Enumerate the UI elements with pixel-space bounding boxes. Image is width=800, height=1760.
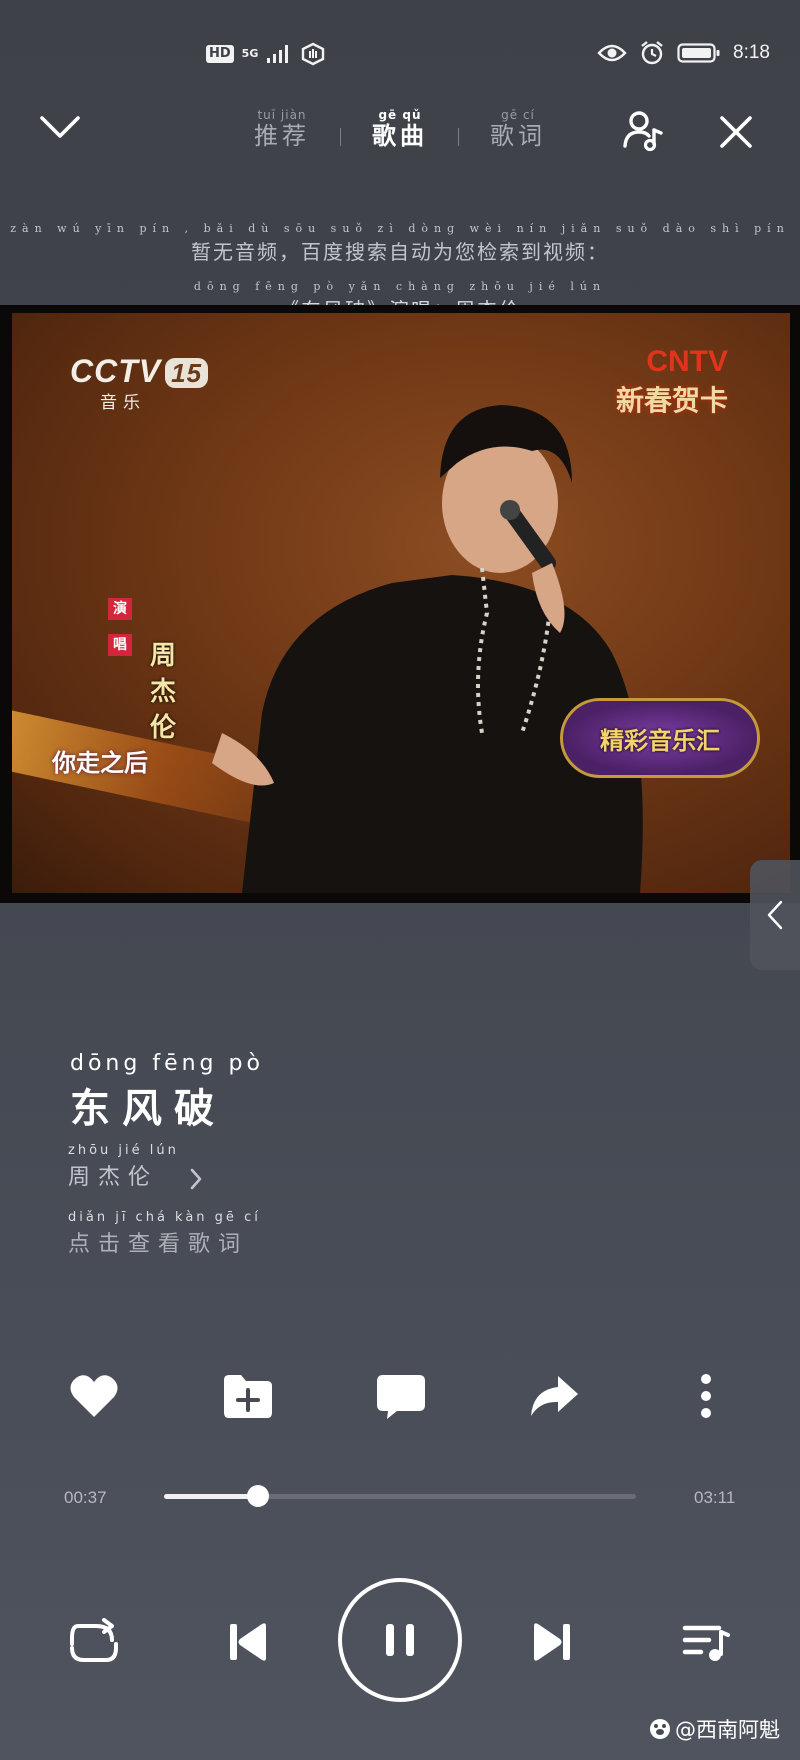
chevron-left-icon (767, 900, 783, 930)
song-title: dōng fēng pò 东风破 (70, 1052, 264, 1134)
voice-search-icon (623, 111, 663, 152)
corner-logo-text: CNTV (646, 345, 728, 378)
share-icon (531, 1376, 578, 1416)
tab-divider (340, 128, 341, 146)
tab-lyrics[interactable]: gē cí 歌词 (488, 108, 548, 150)
playlist-button[interactable] (678, 1614, 734, 1670)
tab-recommend[interactable]: tuī jiàn 推荐 (252, 108, 312, 150)
next-button[interactable] (524, 1614, 580, 1670)
video-frame: CCTV 15 音乐 CNTV 新春贺卡 演 唱 周杰伦 你走之后 精彩音乐汇 (12, 313, 790, 893)
show-badge: 精彩音乐汇 (560, 698, 760, 778)
side-panel-handle[interactable] (750, 860, 800, 970)
video-player[interactable]: CCTV 15 音乐 CNTV 新春贺卡 演 唱 周杰伦 你走之后 精彩音乐汇 (0, 305, 800, 903)
watermark: @西南阿魁 (649, 1714, 780, 1744)
corner-sub: 新春贺卡 (615, 384, 728, 417)
total-time: 03:11 (694, 1488, 736, 1507)
status-bar-left: HD 5G (206, 42, 326, 66)
view-lyrics-pinyin: diǎn jī chá kàn gē cí (68, 1210, 261, 1225)
progress-thumb[interactable] (247, 1485, 270, 1507)
video-notice-pinyin: zàn wú yīn pín , bǎi dù sōu suǒ zì dòng … (10, 222, 790, 235)
tab-recommend-pinyin: tuī jiàn (257, 108, 307, 122)
view-lyrics-text: 点击查看歌词 (68, 1232, 249, 1257)
singer-tag-1: 演 (108, 598, 132, 620)
video-caption-pinyin: dōng fēng pò yǎn chàng zhōu jié lún (193, 280, 607, 293)
singer-name-caption: 周杰伦 (150, 641, 177, 743)
close-icon (720, 116, 752, 148)
tab-divider (458, 128, 459, 146)
add-to-playlist-button[interactable] (218, 1366, 278, 1426)
playlist-icon (682, 1625, 730, 1661)
channel-logo-text: CCTV (70, 353, 162, 389)
signal-icon (267, 45, 289, 63)
alarm-icon (641, 41, 663, 65)
network-type: 5G (241, 47, 259, 60)
previous-icon (230, 1623, 266, 1661)
previous-button[interactable] (220, 1614, 276, 1670)
tab-song-label: 歌曲 (372, 121, 428, 150)
add-to-folder-icon (224, 1375, 272, 1418)
video-subtitle: 你走之后 (52, 748, 148, 777)
tab-lyrics-pinyin: gē cí (501, 108, 535, 122)
corner-logo: CNTV 新春贺卡 (616, 345, 728, 419)
hand-icon (302, 42, 325, 66)
channel-number: 15 (165, 358, 209, 388)
video-notice: zàn wú yīn pín , bǎi dù sōu suǒ zì dòng … (0, 222, 800, 265)
more-button[interactable] (676, 1366, 736, 1426)
tab-song[interactable]: gē qǔ 歌曲 (370, 108, 430, 150)
top-tabs: tuī jiàn 推荐 gē qǔ 歌曲 gē cí 歌词 (0, 108, 800, 160)
artist-link[interactable]: zhōu jié lún 周杰伦 (68, 1143, 203, 1191)
watermark-text: @西南阿魁 (675, 1718, 780, 1742)
tab-song-pinyin: gē qǔ (378, 108, 422, 122)
pause-icon (386, 1624, 414, 1656)
singer-tag-2: 唱 (108, 634, 132, 656)
baidu-paw-icon (650, 1719, 670, 1739)
comment-icon (377, 1375, 425, 1419)
close-button[interactable] (716, 112, 760, 156)
progress-bar[interactable] (164, 1485, 636, 1507)
channel-sub: 音乐 (100, 393, 146, 413)
next-icon (534, 1623, 570, 1661)
singer-tag: 演 唱 (108, 598, 138, 670)
channel-logo: CCTV 15 音乐 (70, 353, 209, 413)
hd-badge: HD (206, 45, 234, 63)
clock: 8:18 (733, 42, 770, 63)
progress-fill (164, 1494, 259, 1499)
tab-recommend-label: 推荐 (254, 122, 310, 150)
voice-search-button[interactable] (620, 108, 668, 156)
comment-button[interactable] (371, 1366, 431, 1426)
pause-button[interactable] (338, 1578, 462, 1702)
status-bar-right: 8:18 (597, 40, 770, 66)
video-notice-text: 暂无音频，百度搜索自动为您检索到视频： (191, 240, 609, 264)
view-lyrics-link[interactable]: diǎn jī chá kàn gē cí 点击查看歌词 (68, 1210, 261, 1258)
artist-name: 周杰伦 (68, 1165, 159, 1190)
more-vertical-icon (701, 1374, 711, 1418)
artist-pinyin: zhōu jié lún (68, 1143, 179, 1158)
battery-icon (677, 43, 720, 63)
chevron-right-icon (190, 1168, 202, 1190)
like-button[interactable] (64, 1366, 124, 1426)
eye-icon (597, 44, 627, 62)
share-button[interactable] (524, 1366, 584, 1426)
current-time: 00:37 (64, 1488, 107, 1507)
repeat-icon (70, 1618, 118, 1662)
action-row (0, 1366, 800, 1426)
repeat-button[interactable] (66, 1614, 122, 1670)
playback-controls (0, 1578, 800, 1702)
tab-lyrics-label: 歌词 (490, 122, 546, 150)
song-title-text: 东风破 (70, 1085, 226, 1132)
heart-icon (70, 1375, 118, 1417)
song-title-pinyin: dōng fēng pò (70, 1051, 264, 1076)
